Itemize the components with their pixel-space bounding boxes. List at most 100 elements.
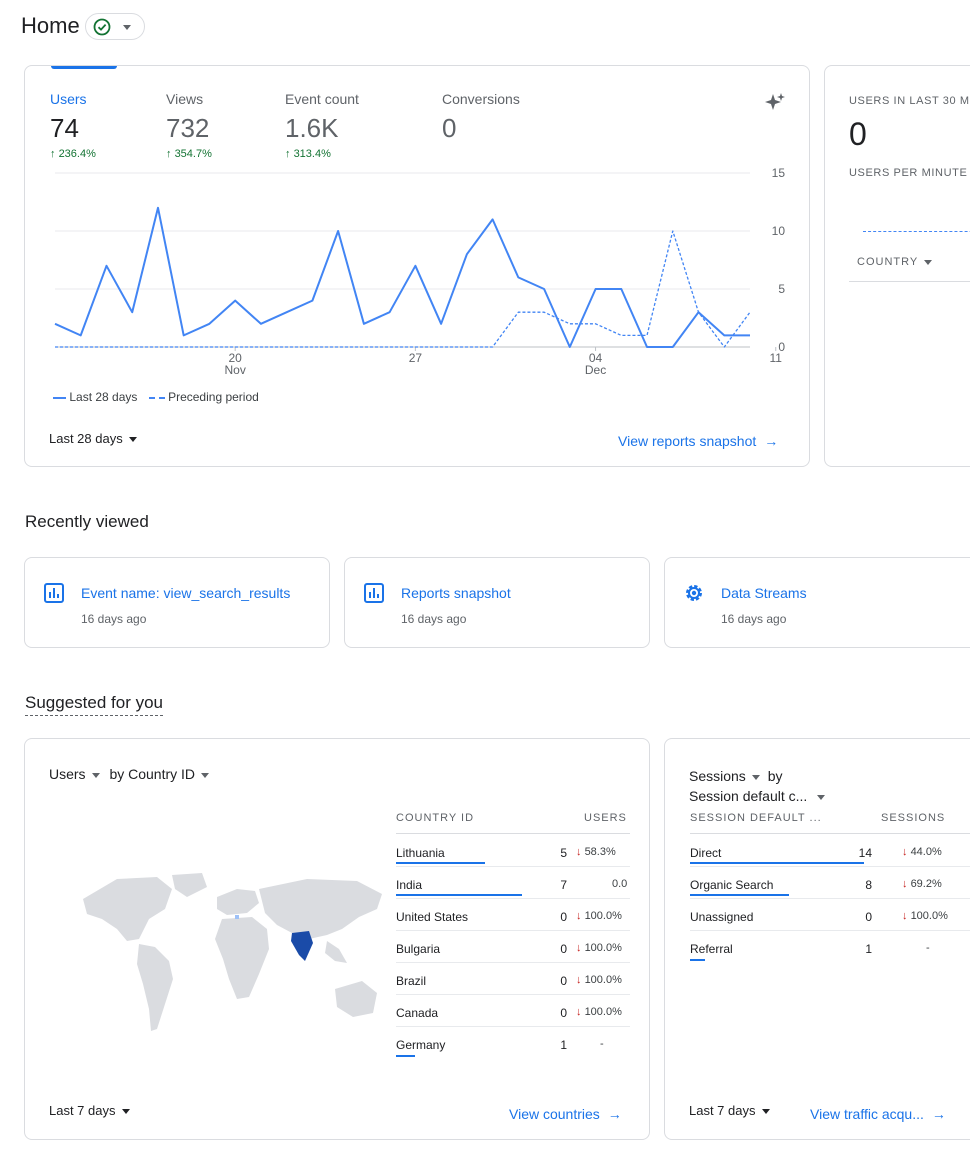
arrow-down-icon: ↓ — [902, 846, 911, 858]
table-row[interactable]: Unassigned 0 ↓ 100.0% — [690, 899, 970, 931]
dimension-label: Session default c... — [689, 788, 808, 804]
arrow-down-icon: ↓ — [902, 910, 911, 922]
row-value: 14 — [858, 846, 872, 860]
series-line-last-28-days — [54, 206, 750, 348]
col-users: USERS — [584, 812, 627, 824]
view-reports-snapshot-link[interactable]: View reports snapshot → — [618, 433, 778, 449]
arrow-right-icon: → — [764, 433, 779, 449]
row-value: 0 — [560, 974, 567, 988]
row-value: 5 — [560, 846, 567, 860]
row-value: 0 — [560, 1006, 567, 1020]
country-dropdown[interactable]: COUNTRY — [857, 256, 933, 268]
row-change: ↓ 58.3% — [576, 846, 616, 858]
row-change: - — [576, 1038, 604, 1050]
row-label: Brazil — [396, 974, 427, 988]
row-label: Germany — [396, 1038, 446, 1052]
row-change: ↓ 100.0% — [576, 942, 622, 954]
row-value: 0 — [865, 910, 872, 924]
x-tick-sublabel: Dec — [585, 363, 606, 377]
bar-chart-icon — [364, 583, 384, 603]
view-traffic-link[interactable]: View traffic acqu... → — [810, 1106, 946, 1122]
table-row[interactable]: Germany 1 - — [396, 1027, 630, 1059]
x-tick-label: 11 — [770, 351, 783, 365]
change-value: 100.0% — [584, 1006, 622, 1018]
row-label: Lithuania — [396, 846, 445, 860]
row-bar — [690, 894, 789, 896]
dimension-dropdown[interactable]: by Country ID — [109, 766, 210, 782]
world-map — [83, 873, 382, 1031]
users-per-minute-label: USERS PER MINUTE — [849, 167, 968, 179]
change-value: - — [600, 1038, 604, 1050]
date-range-dropdown[interactable]: Last 28 days — [49, 431, 137, 446]
divider — [396, 833, 630, 834]
chevron-down-icon — [924, 259, 933, 265]
chevron-down-icon — [121, 1109, 130, 1115]
page-title: Home — [21, 13, 80, 38]
by-label: by — [767, 768, 783, 784]
realtime-users-value: 0 — [849, 116, 867, 152]
date-range-label: Last 7 days — [49, 1103, 116, 1118]
row-label: Organic Search — [690, 878, 774, 892]
row-bar — [690, 959, 705, 961]
chevron-down-icon — [201, 772, 210, 778]
metric-dropdown[interactable]: Sessions — [689, 768, 760, 784]
chevron-down-icon — [751, 774, 760, 780]
divider — [849, 281, 970, 282]
arrow-right-icon: → — [931, 1106, 946, 1122]
table-row[interactable]: Direct 14 ↓ 44.0% — [690, 835, 970, 867]
dimension-label: by Country ID — [109, 766, 196, 782]
recent-item-reports-snapshot[interactable]: Reports snapshot 16 days ago — [344, 557, 650, 648]
line-chart: 05101520Nov27 04Dec11 — [54, 166, 786, 377]
status-dropdown[interactable] — [85, 13, 145, 40]
row-value: 0 — [560, 910, 567, 924]
row-change: ↓ 44.0% — [902, 846, 942, 858]
row-bar — [396, 862, 485, 864]
table-row[interactable]: Canada 0 ↓ 100.0% — [396, 995, 630, 1027]
row-label: India — [396, 878, 423, 892]
date-range-dropdown[interactable]: Last 7 days — [689, 1103, 770, 1118]
table-row[interactable]: United States 0 ↓ 100.0% — [396, 899, 630, 931]
row-change: - — [902, 942, 930, 954]
recent-item-time: 16 days ago — [721, 612, 787, 626]
table-row[interactable]: Bulgaria 0 ↓ 100.0% — [396, 931, 630, 963]
row-change: ↓ 100.0% — [902, 910, 948, 922]
recent-item-title: Reports snapshot — [401, 585, 511, 601]
sessions-by-channel-card: Sessions by Session default c... SESSION… — [664, 738, 970, 1140]
change-value: 69.2% — [910, 878, 942, 890]
row-value: 0 — [560, 942, 567, 956]
row-change: ↓ 69.2% — [902, 878, 942, 890]
view-countries-link[interactable]: View countries → — [509, 1106, 622, 1122]
metric-dropdown[interactable]: Users — [49, 766, 100, 782]
link-label: View reports snapshot — [618, 433, 757, 449]
change-value: 0.0 — [612, 878, 628, 890]
link-label: View traffic acqu... — [810, 1106, 924, 1122]
row-label: Referral — [690, 942, 733, 956]
date-range-label: Last 28 days — [49, 431, 123, 446]
users-by-country-card: Users by Country ID COUNTRY ID USERS Lit… — [24, 738, 650, 1140]
recent-item-data-streams[interactable]: Data Streams 16 days ago — [664, 557, 970, 648]
table-row[interactable]: Organic Search 8 ↓ 69.2% — [690, 867, 970, 899]
arrow-down-icon: ↓ — [576, 910, 585, 922]
recent-item-title: Event name: view_search_results — [81, 585, 291, 601]
table-row[interactable]: Brazil 0 ↓ 100.0% — [396, 963, 630, 995]
col-country-id: COUNTRY ID — [396, 812, 475, 824]
table-row[interactable]: Lithuania 5 ↓ 58.3% — [396, 835, 630, 867]
bar-chart-icon — [44, 583, 64, 603]
table-row[interactable]: Referral 1 - — [690, 931, 970, 963]
y-tick-label: 5 — [778, 282, 785, 296]
y-tick-label: 15 — [772, 166, 786, 180]
chevron-down-icon — [761, 1109, 770, 1115]
row-bar — [396, 894, 523, 896]
row-label: Unassigned — [690, 910, 754, 924]
row-bar — [396, 1055, 415, 1057]
recent-item-event[interactable]: Event name: view_search_results 16 days … — [24, 557, 330, 648]
y-tick-label: 10 — [772, 224, 786, 238]
dimension-dropdown[interactable]: Session default c... — [689, 786, 826, 806]
row-value: 7 — [560, 878, 567, 892]
row-label: Bulgaria — [396, 942, 441, 956]
table-row[interactable]: India 7 0.0 — [396, 867, 630, 899]
row-label: United States — [396, 910, 469, 924]
check-circle-icon — [93, 18, 111, 36]
date-range-dropdown[interactable]: Last 7 days — [49, 1103, 130, 1118]
metric-label: Users — [49, 766, 86, 782]
